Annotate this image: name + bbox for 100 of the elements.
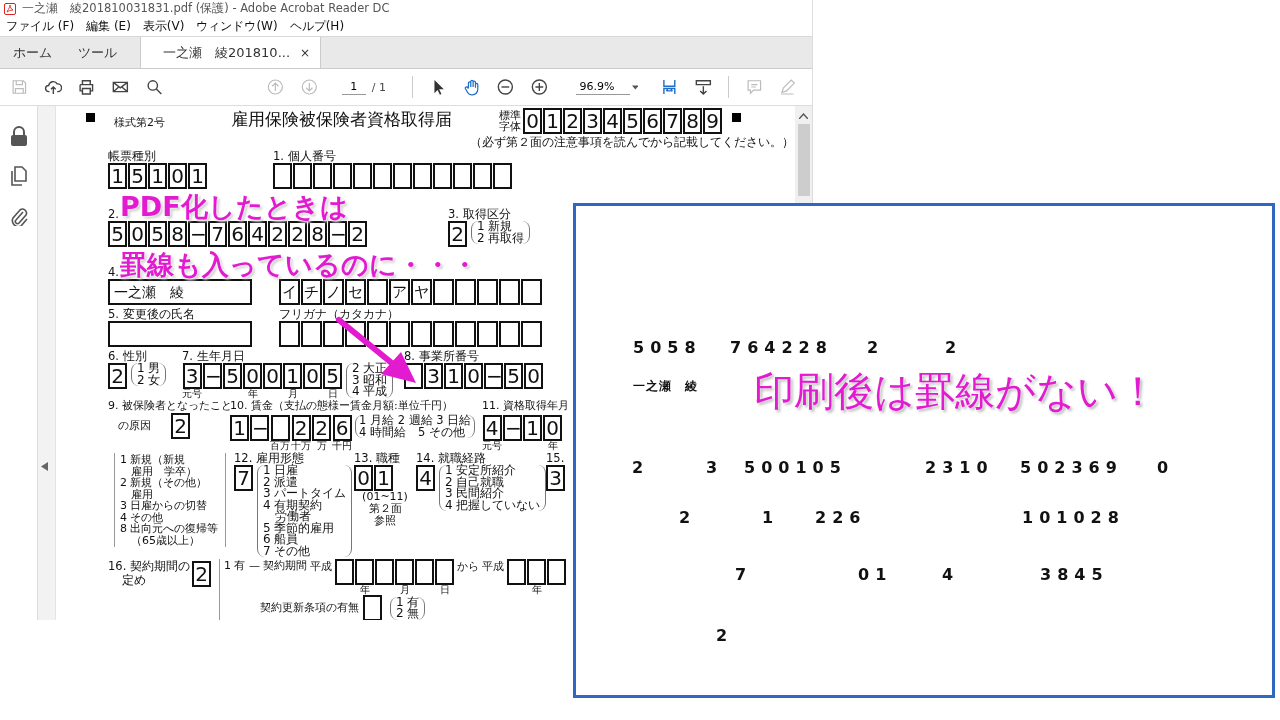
tab[interactable]: 一之瀬 綾201810... × [140, 37, 322, 68]
entry-box: 0 [263, 363, 282, 389]
entry-box: 2 [348, 221, 367, 247]
entry-box: 4 [482, 415, 502, 441]
entry-box [507, 559, 526, 585]
option-text: 3 日雇からの切替 [120, 500, 209, 512]
entry-box: 7 [208, 221, 227, 247]
zoom-out-icon[interactable] [496, 76, 515, 98]
zoom-in-icon[interactable] [529, 76, 549, 98]
printed-text: 一之瀬 綾 [633, 378, 698, 395]
field-label: 8. 事業所番号 [404, 349, 480, 363]
entry-box: 5 [504, 363, 523, 389]
menu-item[interactable]: ファイル (F) [6, 18, 75, 35]
option-text: 5 季節的雇用 [263, 522, 336, 534]
name-field: 一之瀬 綾 [108, 279, 252, 305]
zoom-field[interactable]: 96.9% [575, 79, 630, 95]
entry-box [363, 595, 382, 620]
entry-box [433, 279, 454, 305]
entry-box: − [484, 363, 503, 389]
entry-box: 1 [230, 415, 249, 441]
scrollbar-thumb[interactable] [797, 124, 810, 196]
field-label: 帳票種別 [108, 149, 157, 163]
registration-mark [732, 113, 741, 122]
option-text: 1 新規 [477, 221, 513, 233]
paperclip-icon[interactable] [9, 206, 28, 226]
field-label: 6. 性別 [108, 349, 148, 363]
entry-box: 0 [168, 163, 187, 189]
option-text: 2 自己就職 [445, 476, 505, 488]
option-text: 4 その他 [120, 511, 164, 523]
entry-box [473, 163, 492, 189]
option-text: 4 有期契約 [263, 499, 323, 511]
close-icon[interactable]: × [300, 45, 311, 60]
standard-font-label: 字体 [499, 121, 521, 132]
printed-text: 764228 [730, 338, 833, 357]
box-caption: 日 [327, 389, 338, 399]
entry-box [367, 279, 388, 305]
page-number-field[interactable]: 1 [341, 79, 366, 95]
entry-box [333, 163, 352, 189]
entry-box [393, 163, 412, 189]
scroll-up-icon[interactable] [799, 113, 808, 119]
entry-box [521, 321, 542, 347]
entry-box: 5 [148, 221, 167, 247]
callout-text: PDF化したときは [120, 191, 348, 223]
field-label: 5. 変更後の氏名 [108, 307, 196, 321]
entry-box: 6 [228, 221, 247, 247]
entry-box: − [188, 221, 207, 247]
option-text: 第２面 [368, 503, 402, 515]
pages-icon[interactable] [9, 166, 28, 186]
entry-box: 0 [524, 363, 543, 389]
entry-box [313, 163, 332, 189]
entry-box: 4 [603, 108, 622, 134]
option-text: 1 月給 2 週給 3 日給 [359, 415, 472, 427]
entry-box: 6 [332, 415, 352, 441]
entry-box: 3 [182, 363, 202, 389]
menu-item[interactable]: 編集 (E) [86, 18, 131, 35]
tab[interactable]: ツール [65, 37, 130, 68]
entry-box [355, 559, 374, 585]
option-text: 2 新規（その他） [120, 477, 209, 489]
entry-box: 2 [288, 221, 307, 247]
entry-box: 2 [291, 415, 311, 441]
option-text: （65歳以上） [130, 534, 201, 546]
tab[interactable]: ホーム [0, 37, 65, 68]
menu-item[interactable]: 表示(V) [142, 18, 185, 35]
collapse-arrow-icon[interactable] [41, 462, 48, 471]
entry-box [345, 321, 366, 347]
entry-box [455, 321, 476, 347]
field-label: 10. 賃金（支払の態様ー賃金月額:単位千円） [230, 399, 454, 413]
entry-box: 2 [312, 415, 331, 441]
entry-box: 8 [683, 108, 702, 134]
form-number: 様式第2号 [114, 115, 166, 130]
option-text: 4 時間給 5 その他 [359, 426, 466, 438]
entry-box: 0 [464, 363, 483, 389]
entry-box: − [503, 415, 522, 441]
registration-mark [86, 113, 95, 122]
entry-box [433, 321, 454, 347]
entry-box: 1 [108, 163, 127, 189]
menu-item[interactable]: ヘルプ(H) [289, 18, 345, 35]
printed-text: 4 [942, 565, 960, 584]
option-text: 2 無 [396, 608, 420, 620]
option-text: 労働者 [275, 511, 311, 523]
option-text: 7 その他 [263, 545, 312, 557]
entry-box [335, 559, 354, 585]
entry-box: 4 [248, 221, 267, 247]
entry-box [301, 321, 322, 347]
caret-icon[interactable] [631, 84, 639, 90]
entry-box [547, 559, 566, 585]
entry-box: 5 [223, 363, 242, 389]
option-text: 1 有 [396, 596, 420, 608]
entry-box: 5 [623, 108, 642, 134]
entry-box: 2 [563, 108, 582, 134]
field-label: 16. 契約期間の [108, 559, 191, 573]
menu-item[interactable]: ウィンドウ(W) [196, 18, 278, 35]
form-title: 雇用保険被保険者資格取得届 [231, 108, 453, 131]
option-text: 4 平成 [352, 386, 388, 398]
box-caption: 元号 [182, 389, 202, 399]
option-text: 4 把握していない [445, 499, 541, 511]
lock-icon[interactable] [9, 126, 28, 146]
entry-box: 1 [283, 363, 302, 389]
box-caption: 万 [316, 441, 327, 451]
entry-box [270, 415, 290, 441]
